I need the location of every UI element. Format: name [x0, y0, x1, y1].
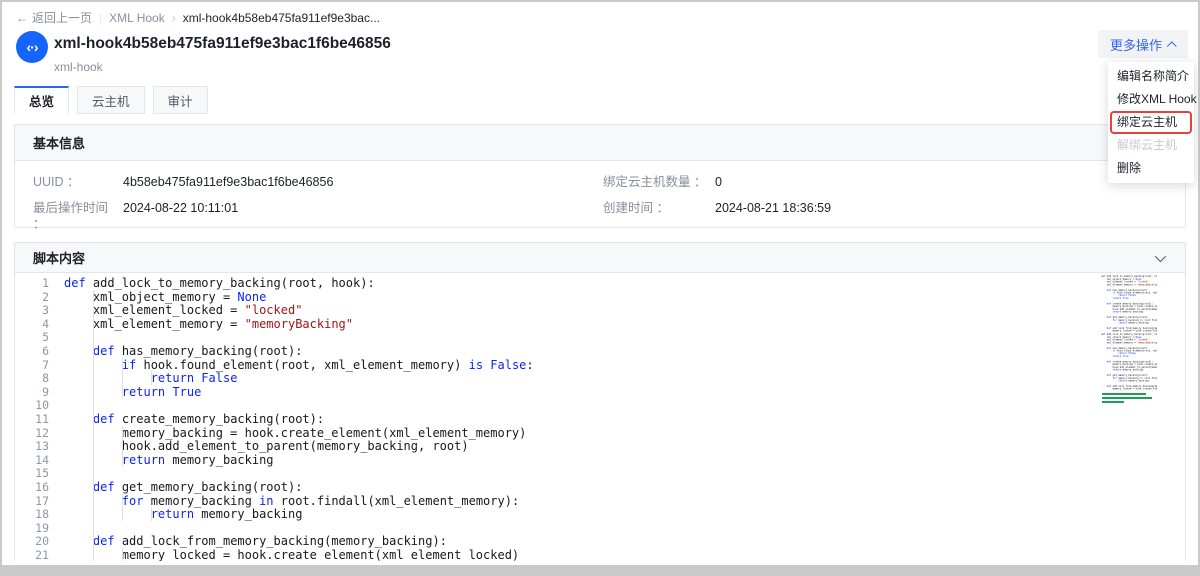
breadcrumb: ← 返回上一页 | XML Hook › xml-hook4b58eb475fa… [16, 9, 380, 26]
field-label: 最后操作时间 ： [33, 200, 123, 232]
app-window: ← 返回上一页 | XML Hook › xml-hook4b58eb475fa… [0, 0, 1200, 576]
code-line: 7 if hook.found_element(root, xml_elemen… [15, 358, 1185, 372]
basic-info-panel: 基本信息 UUID ： 4b58eb475fa911ef9e3bac1f6be4… [14, 124, 1186, 228]
field-label: UUID ： [33, 174, 123, 190]
basic-info-title: 基本信息 [33, 133, 85, 152]
menu-item-bind-vm[interactable]: 绑定云主机 [1108, 111, 1194, 134]
menu-item-modify-xml-hook[interactable]: 修改XML Hook [1108, 88, 1194, 111]
code-line: 11 def create_memory_backing(root): [15, 412, 1185, 426]
code-editor[interactable]: 1def add_lock_to_memory_backing(root, ho… [15, 273, 1185, 561]
code-line: 8 return False [15, 371, 1185, 385]
script-title: 脚本内容 [33, 248, 85, 267]
field-last-op-time: 最后操作时间 ： 2024-08-22 10:11:01 [15, 200, 603, 232]
field-value: 2024-08-21 18:36:59 [715, 200, 831, 232]
breadcrumb-divider: | [99, 11, 102, 25]
code-line: 1def add_lock_to_memory_backing(root, ho… [15, 276, 1185, 290]
code-line: 16 def get_memory_backing(root): [15, 480, 1185, 494]
tab-audit[interactable]: 审计 [153, 86, 208, 114]
field-label: 创建时间 ： [603, 200, 715, 232]
page-title: xml-hook4b58eb475fa911ef9e3bac1f6be46856 [54, 35, 391, 53]
menu-item-unbind-vm: 解绑云主机 [1108, 134, 1194, 157]
code-line: 10 [15, 398, 1185, 412]
menu-item-edit-name[interactable]: 编辑名称简介 [1108, 65, 1194, 88]
xml-hook-code-icon: ‹·› [16, 31, 48, 63]
breadcrumb-arrow-icon: › [172, 11, 176, 25]
detail-tabs: 总览 云主机 审计 [14, 86, 208, 114]
minimap-content: def add_lock_to_memory_backing(root, hoo… [1101, 275, 1157, 403]
basic-info-header: 基本信息 [15, 125, 1185, 161]
basic-info-grid: UUID ： 4b58eb475fa911ef9e3bac1f6be46856 … [15, 161, 1185, 232]
code-line: 12 memory_backing = hook.create_element(… [15, 426, 1185, 440]
code-line: 18 return memory_backing [15, 507, 1185, 521]
tab-overview[interactable]: 总览 [14, 86, 69, 114]
code-line: 15 [15, 466, 1185, 480]
code-line: 14 return memory_backing [15, 453, 1185, 467]
back-link[interactable]: ← 返回上一页 [16, 9, 92, 26]
code-line: 13 hook.add_element_to_parent(memory_bac… [15, 439, 1185, 453]
more-actions-button[interactable]: 更多操作 [1098, 30, 1188, 58]
code-line: 21 memory_locked = hook.create_element(x… [15, 548, 1185, 561]
code-glyph: ‹·› [27, 39, 38, 55]
menu-item-delete[interactable]: 删除 [1108, 157, 1194, 180]
code-line: 17 for memory_backing in root.findall(xm… [15, 494, 1185, 508]
field-value: 2024-08-22 10:11:01 [123, 200, 238, 232]
chevron-down-icon[interactable] [1155, 250, 1166, 261]
breadcrumb-current: xml-hook4b58eb475fa911ef9e3bac... [183, 11, 380, 25]
code-line: 2 xml_object_memory = None [15, 290, 1185, 304]
page-subtitle: xml-hook [54, 60, 103, 74]
code-lines: 1def add_lock_to_memory_backing(root, ho… [15, 276, 1185, 561]
field-create-time: 创建时间 ： 2024-08-21 18:36:59 [603, 200, 1185, 232]
script-header: 脚本内容 [15, 243, 1185, 273]
back-arrow-icon: ← [16, 11, 28, 25]
code-line: 20 def add_lock_from_memory_backing(memo… [15, 534, 1185, 548]
field-value: 0 [715, 174, 722, 190]
chevron-up-icon [1167, 41, 1177, 51]
script-panel: 脚本内容 1def add_lock_to_memory_backing(roo… [14, 242, 1186, 561]
code-line: 5 [15, 330, 1185, 344]
field-value: 4b58eb475fa911ef9e3bac1f6be46856 [123, 174, 333, 190]
tab-vm[interactable]: 云主机 [77, 86, 145, 114]
breadcrumb-section[interactable]: XML Hook [109, 11, 165, 25]
minimap[interactable]: def add_lock_to_memory_backing(root, hoo… [1101, 275, 1157, 403]
code-line: 3 xml_element_locked = "locked" [15, 303, 1185, 317]
back-label: 返回上一页 [32, 9, 92, 26]
field-bound-vm-count: 绑定云主机数量 ： 0 [603, 174, 1185, 190]
code-line: 4 xml_element_memory = "memoryBacking" [15, 317, 1185, 331]
field-label: 绑定云主机数量 ： [603, 174, 715, 190]
code-line: 6 def has_memory_backing(root): [15, 344, 1185, 358]
more-actions-label: 更多操作 [1110, 35, 1162, 54]
field-uuid: UUID ： 4b58eb475fa911ef9e3bac1f6be46856 [15, 174, 603, 190]
more-actions-menu: 编辑名称简介 修改XML Hook 绑定云主机 解绑云主机 删除 [1108, 62, 1194, 183]
code-line: 19 [15, 521, 1185, 535]
code-line: 9 return True [15, 385, 1185, 399]
window-bottom-edge [2, 565, 1198, 574]
